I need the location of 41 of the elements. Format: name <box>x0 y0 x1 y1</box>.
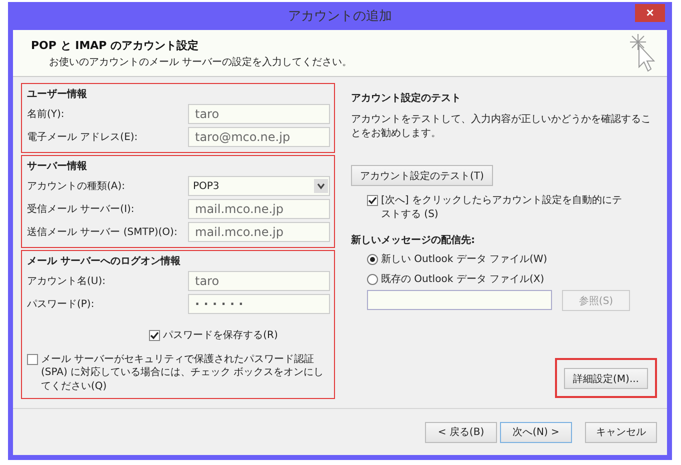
password-field[interactable]: · · · · · · <box>188 294 330 314</box>
dialog-button[interactable]: 次へ(N) > <box>500 422 572 442</box>
more-settings-button[interactable]: 詳細設定(M)... <box>564 368 648 389</box>
checkbox-label: [次へ] をクリックしたらアカウント設定を自動的にテストする (S) <box>381 194 623 221</box>
section-heading: 新しいメッセージの配信先: <box>351 233 476 247</box>
page-title: POP と IMAP のアカウント設定 <box>31 38 200 52</box>
field-label: 電子メール アドレス(E): <box>27 131 138 144</box>
field-label: アカウントの種類(A): <box>27 180 126 193</box>
field-label: アカウント名(U): <box>27 275 106 288</box>
test-account-button[interactable]: アカウント設定のテスト(T) <box>351 165 493 186</box>
data-file-path-field[interactable] <box>367 290 552 310</box>
checkbox-label: パスワードを保存する(R) <box>163 329 278 342</box>
section-heading: アカウント設定のテスト <box>351 91 462 105</box>
checkbox[interactable] <box>149 330 160 341</box>
checkbox[interactable] <box>27 354 38 364</box>
field-label: 送信メール サーバー (SMTP)(O): <box>27 226 178 239</box>
close-button[interactable]: × <box>635 4 665 22</box>
account-type-dropdown[interactable]: POP3 <box>188 176 330 196</box>
cursor-sparkle-icon <box>629 33 655 73</box>
text-field[interactable]: taro <box>188 104 330 124</box>
window-title: アカウントの追加 <box>288 8 392 25</box>
dialog-button[interactable]: < 戻る(B) <box>425 422 497 442</box>
page-subtitle: お使いのアカウントのメール サーバーの設定を入力してください。 <box>48 56 352 68</box>
radio-label: 新しい Outlook データ ファイル(W) <box>381 253 548 266</box>
text-field[interactable]: taro <box>188 271 330 291</box>
section-heading: メール サーバーへのログオン情報 <box>27 254 182 268</box>
field-label: 名前(Y): <box>27 108 64 121</box>
radio-label: 既存の Outlook データ ファイル(X) <box>381 272 544 286</box>
text-field[interactable]: mail.mco.ne.jp <box>188 199 330 219</box>
checkbox[interactable] <box>367 195 378 206</box>
text-field[interactable]: taro@mco.ne.jp <box>188 127 330 147</box>
radio-button[interactable] <box>367 274 378 285</box>
section-heading: サーバー情報 <box>27 160 88 173</box>
text-field[interactable]: mail.mco.ne.jp <box>188 222 330 242</box>
radio-button[interactable] <box>367 254 378 266</box>
dialog-button[interactable]: キャンセル <box>585 422 657 442</box>
field-label: 受信メール サーバー(I): <box>27 202 134 216</box>
checkbox-label: メール サーバーがセキュリティで保護されたパスワード認証 (SPA) に対応している場合には、チェック ボックスをオンにしてください(Q) <box>41 352 325 393</box>
field-label: パスワード(P): <box>27 298 94 311</box>
section-heading: ユーザー情報 <box>27 88 88 101</box>
test-description: アカウントをテストして、入力内容が正しいかどうかを確認することをお勧めします。 <box>351 113 652 141</box>
